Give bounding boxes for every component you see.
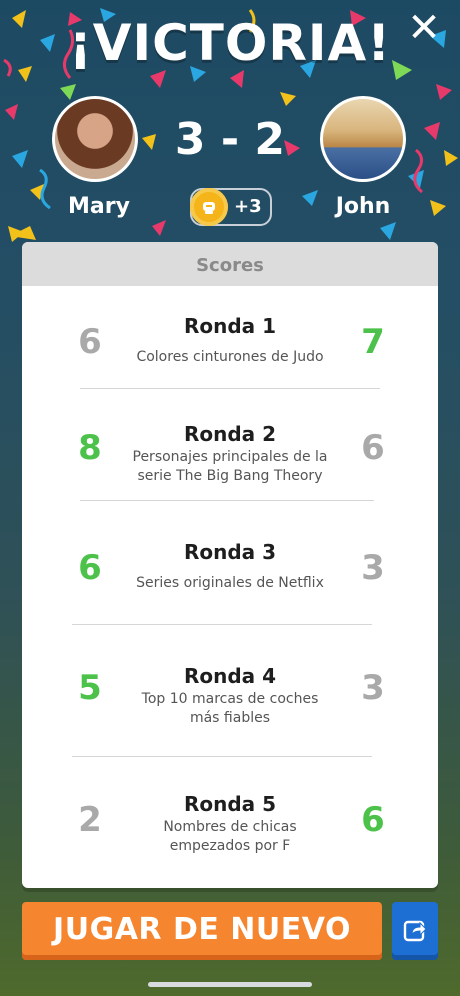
match-score: 3 - 2 [174, 114, 286, 165]
close-icon[interactable]: ✕ [404, 8, 444, 48]
round-score-right: 3 [361, 668, 385, 708]
player-avatar-left [52, 96, 138, 182]
round-description: Colores cinturones de Judo [136, 349, 324, 365]
round-name: Ronda 1 [183, 314, 277, 338]
player-avatar-right [320, 96, 406, 182]
row-divider [72, 756, 372, 757]
share-icon [403, 920, 427, 942]
reward-badge: +3 [190, 188, 272, 226]
round-score-left: 8 [78, 428, 102, 468]
round-score-left: 5 [78, 668, 102, 708]
round-name: Ronda 4 [183, 664, 277, 688]
row-divider [80, 500, 374, 501]
round-score-right: 6 [361, 428, 385, 468]
round-name: Ronda 2 [183, 422, 277, 446]
round-score-left: 6 [78, 548, 102, 588]
home-indicator[interactable] [148, 982, 312, 987]
round-description: Nombres de chicas empezados por F [163, 819, 297, 854]
share-button[interactable] [392, 902, 438, 960]
victory-title: ¡VICTORIA! [68, 14, 391, 72]
reward-amount: +3 [234, 196, 262, 217]
play-again-button[interactable]: JUGAR DE NUEVO [22, 902, 382, 960]
round-score-left: 6 [78, 322, 102, 362]
scores-card: Scores 6 Ronda 1 Colores cinturones de J… [22, 242, 438, 888]
round-score-right: 7 [361, 322, 385, 362]
round-name: Ronda 5 [183, 792, 277, 816]
round-score-right: 6 [361, 800, 385, 840]
round-description: Top 10 marcas de coches más fiables [141, 691, 319, 726]
scores-card-title: Scores [22, 242, 438, 286]
row-divider [72, 624, 372, 625]
player-name-left: Mary [68, 194, 130, 219]
round-name: Ronda 3 [183, 540, 277, 564]
round-score-right: 3 [361, 548, 385, 588]
round-description: Personajes principales de la serie The B… [132, 449, 328, 484]
row-divider [80, 388, 380, 389]
coin-icon [190, 188, 228, 226]
round-description: Series originales de Netflix [136, 575, 324, 591]
round-score-left: 2 [78, 800, 102, 840]
player-name-right: John [335, 194, 391, 219]
